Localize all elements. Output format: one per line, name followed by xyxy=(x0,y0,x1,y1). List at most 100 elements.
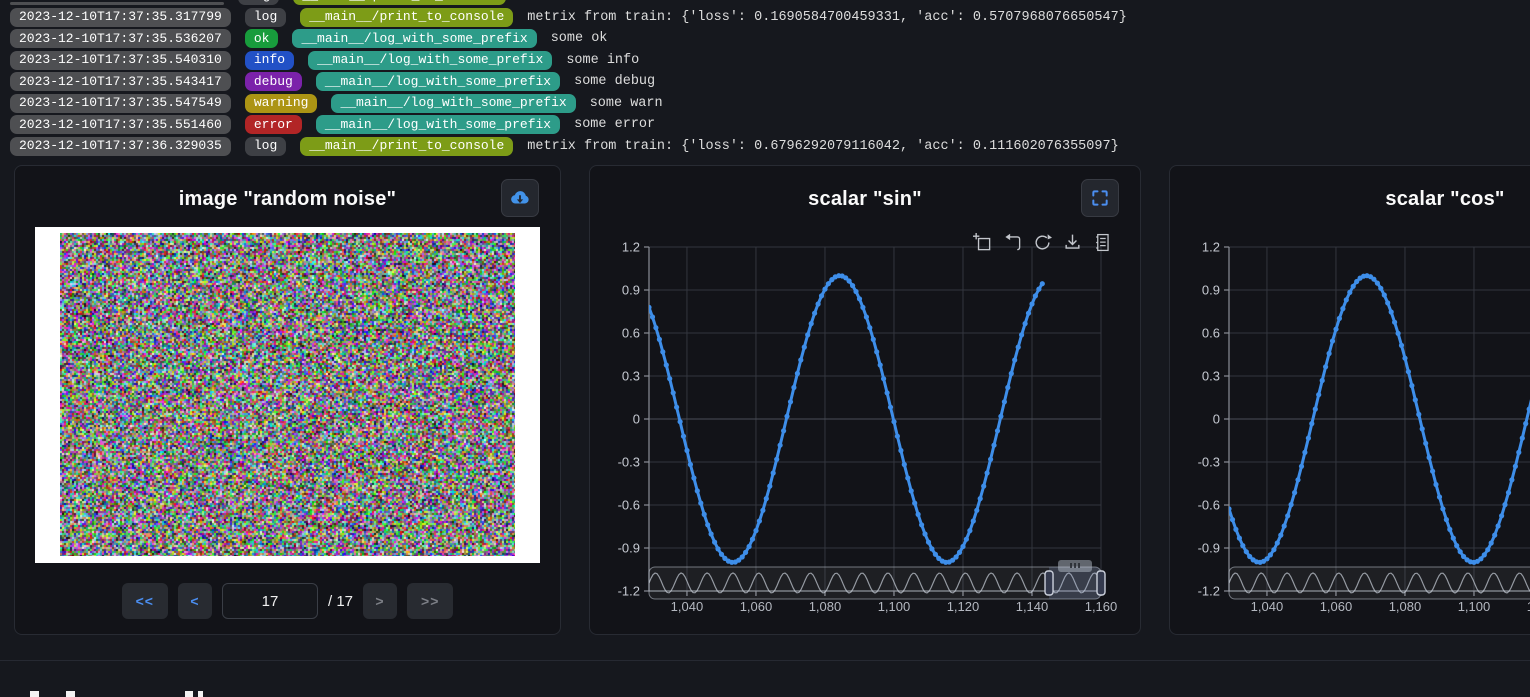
log-timestamp-badge: 2023-12-10T17:37:35.543417 xyxy=(10,72,231,91)
y-tick-label: 0.9 xyxy=(1202,283,1220,298)
y-tick-label: 0 xyxy=(1213,412,1220,427)
scalar-cos-card: scalar "cos" 1.2 0.9 0.6 0.3 0 -0.3 -0.6 -0.9 -1… xyxy=(1169,165,1530,635)
y-tick-label: -0.3 xyxy=(1198,455,1220,470)
random-noise-image xyxy=(60,233,515,556)
log-module-badge: __main__/print_to_console xyxy=(300,137,513,156)
minimap-brush-grip[interactable] xyxy=(1058,560,1092,572)
log-level-badge: error xyxy=(245,115,302,134)
y-tick-label: 0 xyxy=(633,412,640,427)
y-tick-label: 0.3 xyxy=(622,369,640,384)
y-tick-label: -0.9 xyxy=(1198,541,1220,556)
sin-chart-plot[interactable]: 1.2 0.9 0.6 0.3 0 -0.3 -0.6 -0.9 -1.2 1,040 1,060 1… xyxy=(590,226,1142,631)
log-timestamp-badge: 2023-12-10T17:37:35.540310 xyxy=(10,51,231,70)
cos-chart-plot[interactable]: 1.2 0.9 0.6 0.3 0 -0.3 -0.6 -0.9 -1.2 1,040 1,060 1… xyxy=(1170,226,1530,631)
chart-logs-icon[interactable] xyxy=(1093,233,1112,252)
log-level-badge: log xyxy=(245,8,286,27)
next-page-button[interactable]: > xyxy=(363,583,397,619)
log-timestamp-badge: 2023-12-10T17:37:36.329035 xyxy=(10,137,231,156)
y-tick-label: 0.6 xyxy=(1202,326,1220,341)
log-timestamp-badge: 2023-12-10T17:37:35.551460 xyxy=(10,115,231,134)
first-page-button[interactable]: << xyxy=(122,583,168,619)
minimap-brush-handle-right[interactable] xyxy=(1097,571,1105,595)
y-tick-label: 0.6 xyxy=(622,326,640,341)
log-message: some error xyxy=(574,117,655,132)
fullscreen-icon xyxy=(1090,188,1110,208)
log-level-badge: info xyxy=(245,51,294,70)
prev-page-button[interactable]: < xyxy=(178,583,212,619)
log-message: metrix from train: {'loss': 0.6796292079… xyxy=(527,139,1118,154)
log-message: some debug xyxy=(574,74,655,89)
cos-card-title: scalar "cos" xyxy=(1170,166,1530,211)
y-tick-label: 1.2 xyxy=(622,240,640,255)
log-row: 2023-12-10T17:37:35.543417 debug __main__/… xyxy=(10,72,1520,91)
x-tick-label: 1,060 xyxy=(740,599,773,614)
log-row: 2023-12-10T17:37:35.317799log__main__/pr… xyxy=(10,8,1520,27)
y-tick-label: 0.3 xyxy=(1202,369,1220,384)
cards-row: image "random noise" << < / 17 > >> scal… xyxy=(14,165,1530,635)
image-card-title: image "random noise" xyxy=(15,166,560,211)
cloud-download-icon xyxy=(509,187,531,209)
log-console: log__main__/print_to_console2023-12-10T1… xyxy=(10,0,1520,158)
x-tick-label: 1,060 xyxy=(1320,599,1353,614)
log-level-badge: debug xyxy=(245,72,302,91)
x-tick-label: 1,080 xyxy=(809,599,842,614)
page-number-input[interactable] xyxy=(222,583,318,619)
x-tick-label: 1,040 xyxy=(1251,599,1284,614)
log-timestamp-badge: 2023-12-10T17:37:35.317799 xyxy=(10,8,231,27)
x-tick-label: 1,120 xyxy=(947,599,980,614)
x-tick-label: 1,100 xyxy=(878,599,911,614)
y-tick-label: -1.2 xyxy=(618,584,640,599)
x-tick-label: 1,140 xyxy=(1016,599,1049,614)
y-tick-label: 0.9 xyxy=(622,283,640,298)
minimap-brush[interactable] xyxy=(1045,560,1105,599)
image-card: image "random noise" << < / 17 > >> xyxy=(14,165,561,635)
zoom-selection-icon[interactable] xyxy=(973,233,992,252)
reset-zoom-icon[interactable] xyxy=(1033,233,1052,252)
log-module-badge: __main__/log_with_some_prefix xyxy=(316,72,560,91)
log-timestamp-badge: 2023-12-10T17:37:35.547549 xyxy=(10,94,231,113)
y-tick-label: -0.9 xyxy=(618,541,640,556)
log-row: 2023-12-10T17:37:35.540310 info __main__/l… xyxy=(10,51,1520,70)
download-image-button[interactable] xyxy=(501,179,539,217)
chart-minimap[interactable] xyxy=(649,560,1105,599)
log-message: some info xyxy=(566,53,639,68)
log-module-badge: __main__/log_with_some_prefix xyxy=(308,51,552,70)
x-tick-label: 1,040 xyxy=(671,599,704,614)
log-module-badge: __main__/log_with_some_prefix xyxy=(316,115,560,134)
log-module-badge: __main__/log_with_some_prefix xyxy=(292,29,536,48)
log-message: some ok xyxy=(551,31,608,46)
y-tick-label: -1.2 xyxy=(1198,584,1220,599)
minimap-brush-handle-left[interactable] xyxy=(1045,571,1053,595)
log-module-badge: __main__/log_with_some_prefix xyxy=(331,94,575,113)
y-tick-label: -0.6 xyxy=(1198,498,1220,513)
log-timestamp-badge: 2023-12-10T17:37:35.536207 xyxy=(10,29,231,48)
download-chart-icon[interactable] xyxy=(1063,233,1082,252)
log-level-badge: log xyxy=(245,137,286,156)
image-pagination: << < / 17 > >> xyxy=(15,583,560,619)
log-row: 2023-12-10T17:37:35.547549 warning __main_… xyxy=(10,94,1520,113)
chart-minimap[interactable] xyxy=(1229,560,1530,599)
log-row: 2023-12-10T17:37:35.551460 error __main__/… xyxy=(10,115,1520,134)
log-row: log __main__/print_to_console xyxy=(10,0,1520,5)
last-page-button[interactable]: >> xyxy=(407,583,453,619)
log-row: 2023-12-10T17:37:36.329035 log __main__/pr… xyxy=(10,137,1520,156)
scalar-sin-card: scalar "sin" xyxy=(589,165,1141,635)
y-tick-label: 1.2 xyxy=(1202,240,1220,255)
log-row: 2023-12-10T17:37:35.536207 ok __main__/log… xyxy=(10,29,1520,48)
log-level-badge: ok xyxy=(245,29,279,48)
log-level-badge: log xyxy=(238,0,279,5)
chart-toolbar xyxy=(973,233,1112,252)
log-level-badge: warning xyxy=(245,94,318,113)
x-tick-label: 1,160 xyxy=(1085,599,1118,614)
x-tick-label: 1,080 xyxy=(1389,599,1422,614)
log-timestamp-badge xyxy=(10,2,224,5)
x-tick-label: 1,100 xyxy=(1458,599,1491,614)
undo-zoom-icon[interactable] xyxy=(1003,233,1022,252)
sin-card-title: scalar "sin" xyxy=(590,166,1140,211)
fullscreen-button[interactable] xyxy=(1081,179,1119,217)
y-tick-label: -0.6 xyxy=(618,498,640,513)
log-message: metrix from train: {'loss': 0.1690584700… xyxy=(527,10,1127,25)
y-tick-label: -0.3 xyxy=(618,455,640,470)
noise-image-figure xyxy=(35,227,540,563)
log-module-badge: __main__/print_to_console xyxy=(293,0,506,5)
